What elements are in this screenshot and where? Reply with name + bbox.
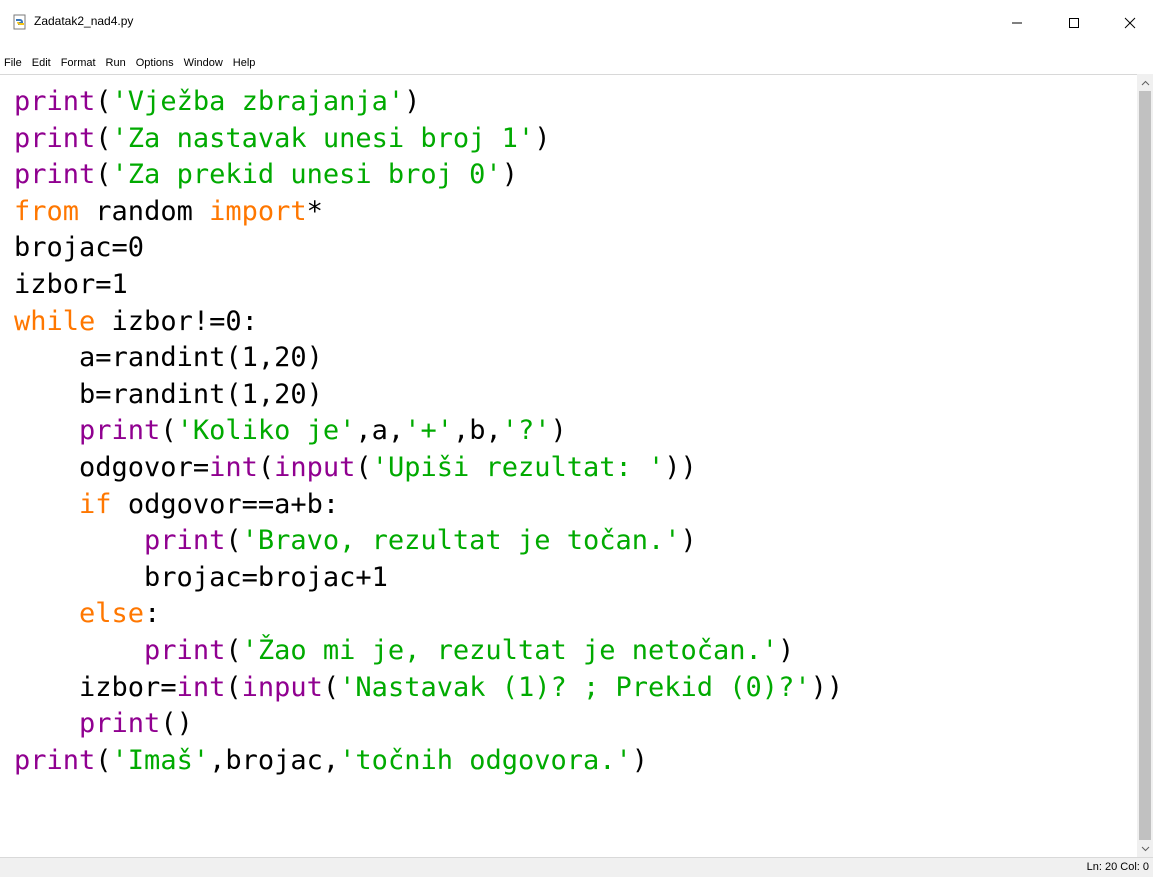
idle-editor-window: Zadatak2_nad4.py File Edit Format Run Op… (0, 0, 1153, 877)
code-line[interactable]: if odgovor==a+b: (14, 487, 843, 524)
menu-file[interactable]: File (0, 57, 27, 69)
title-bar[interactable]: Zadatak2_nad4.py (0, 0, 1153, 52)
menu-edit[interactable]: Edit (27, 57, 56, 69)
maximize-button[interactable] (1051, 0, 1097, 46)
scroll-down-button[interactable] (1137, 840, 1153, 857)
code-line[interactable]: while izbor!=0: (14, 304, 843, 341)
code-text-area[interactable]: print('Vježba zbrajanja') print('Za nasta… (14, 84, 843, 779)
code-line[interactable]: print('Vježba zbrajanja') (14, 84, 843, 121)
code-line[interactable]: print('Koliko je',a,'+',b,'?') (14, 413, 843, 450)
code-line[interactable]: print('Za prekid unesi broj 0') (14, 157, 843, 194)
scroll-up-button[interactable] (1137, 74, 1153, 91)
python-file-icon (12, 14, 28, 30)
scroll-thumb[interactable] (1139, 91, 1151, 840)
code-line[interactable]: a=randint(1,20) (14, 340, 843, 377)
close-icon (1124, 17, 1136, 29)
menu-run[interactable]: Run (101, 57, 131, 69)
code-line[interactable]: print() (14, 706, 843, 743)
code-line[interactable]: print('Bravo, rezultat je točan.') (14, 523, 843, 560)
maximize-icon (1069, 18, 1079, 28)
code-line[interactable]: print('Imaš',brojac,'točnih odgovora.') (14, 743, 843, 780)
code-line[interactable]: brojac=0 (14, 230, 843, 267)
close-button[interactable] (1107, 0, 1153, 46)
minimize-button[interactable] (994, 0, 1040, 46)
code-line[interactable]: odgovor=int(input('Upiši rezultat: ')) (14, 450, 843, 487)
menu-help[interactable]: Help (228, 57, 261, 69)
chevron-down-icon (1141, 846, 1149, 851)
menu-bar: File Edit Format Run Options Window Help (0, 52, 1153, 74)
chevron-up-icon (1141, 80, 1149, 85)
code-editor[interactable]: print('Vježba zbrajanja') print('Za nasta… (0, 74, 1137, 858)
menu-format[interactable]: Format (56, 57, 101, 69)
code-line[interactable]: izbor=1 (14, 267, 843, 304)
cursor-position: Ln: 20 Col: 0 (1086, 861, 1149, 873)
code-line[interactable]: else: (14, 596, 843, 633)
code-line[interactable]: b=randint(1,20) (14, 377, 843, 414)
code-line[interactable]: print('Za nastavak unesi broj 1') (14, 121, 843, 158)
minimize-icon (1012, 22, 1022, 24)
code-line[interactable]: from random import* (14, 194, 843, 231)
vertical-scrollbar[interactable] (1137, 74, 1153, 857)
menu-options[interactable]: Options (131, 57, 179, 69)
status-bar: Ln: 20 Col: 0 (0, 857, 1153, 877)
window-title: Zadatak2_nad4.py (34, 14, 134, 28)
code-line[interactable]: print('Žao mi je, rezultat je netočan.') (14, 633, 843, 670)
code-line[interactable]: izbor=int(input('Nastavak (1)? ; Prekid … (14, 670, 843, 707)
menu-window[interactable]: Window (179, 57, 228, 69)
code-line[interactable]: brojac=brojac+1 (14, 560, 843, 597)
